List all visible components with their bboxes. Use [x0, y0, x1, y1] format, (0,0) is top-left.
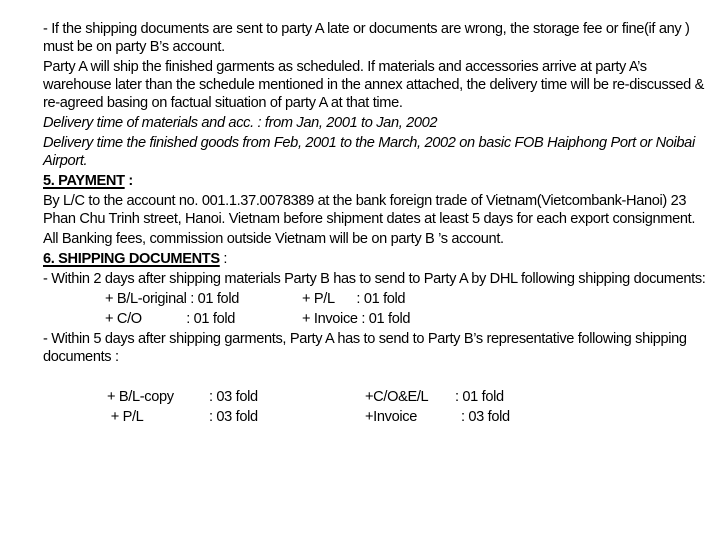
doc-item-right: + P/L : 01 fold	[302, 291, 406, 307]
shipping-heading-line: 6. SHIPPING DOCUMENTS :	[43, 250, 713, 268]
shipping-heading: 6. SHIPPING DOCUMENTS	[43, 251, 220, 267]
delivery-time-goods: Delivery time the finished goods from Fe…	[43, 135, 695, 169]
paragraph-late-documents: - If the shipping documents are sent to …	[43, 21, 690, 55]
list-item: + P/L : 03 fold +Invoice : 03 fold	[43, 408, 713, 428]
payment-heading: 5. PAYMENT	[43, 173, 125, 189]
doc-item-left: + B/L-original : 01 fold	[105, 291, 239, 307]
doc-name: +Invoice	[365, 409, 417, 425]
shipping-heading-suffix: :	[219, 251, 228, 267]
shipping-within-5-days: - Within 5 days after shipping garments,…	[43, 331, 687, 365]
list-item: + B/L-original : 01 fold + P/L : 01 fold	[43, 290, 713, 310]
doc-name: + P/L	[107, 409, 144, 425]
payment-fees-paragraph: All Banking fees, commission outside Vie…	[43, 231, 504, 247]
shipping-within-2-days: - Within 2 days after shipping materials…	[43, 271, 706, 287]
doc-quantity: : 03 fold	[209, 389, 258, 405]
doc-name: + B/L-copy	[107, 389, 174, 405]
doc-quantity: : 03 fold	[461, 409, 510, 425]
doc-quantity: : 01 fold	[455, 389, 504, 405]
payment-lc-paragraph: By L/C to the account no. 001.1.37.00783…	[43, 193, 696, 227]
paragraph-shipping-schedule: Party A will ship the finished garments …	[43, 59, 705, 111]
doc-name: +C/O&E/L	[365, 389, 429, 405]
payment-heading-line: 5. PAYMENT :	[43, 172, 713, 190]
doc-quantity: : 03 fold	[209, 409, 258, 425]
list-item: + C/O : 01 fold + Invoice : 01 fold	[43, 310, 713, 330]
list-item: + B/L-copy : 03 fold +C/O&E/L : 01 fold	[43, 388, 713, 408]
delivery-time-materials: Delivery time of materials and acc. : fr…	[43, 115, 438, 131]
doc-item-right: + Invoice : 01 fold	[302, 311, 411, 327]
doc-item-left: + C/O : 01 fold	[105, 311, 236, 327]
document-body: - If the shipping documents are sent to …	[43, 20, 713, 428]
payment-heading-suffix: :	[124, 173, 133, 189]
